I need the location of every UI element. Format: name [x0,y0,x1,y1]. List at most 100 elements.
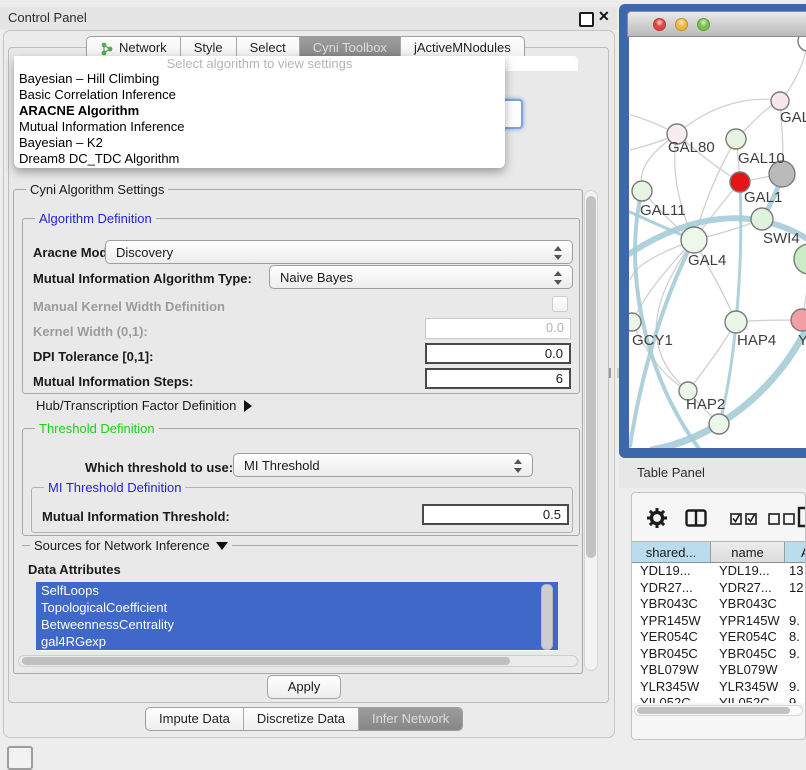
kernel-width-field[interactable]: 0.0 [425,318,571,339]
network-view-window[interactable]: GALGAL80GAL10GAL1GAL11SWI4GAL4GCY1HAP4YH… [619,4,806,458]
network-window-titlebar[interactable] [627,11,806,37]
table-cell: YBL079W [711,662,785,679]
attribute-item-gal4rgexp[interactable]: gal4RGexp [36,633,558,650]
network-node[interactable] [751,208,773,230]
collapsed-arrow-icon[interactable] [244,400,252,412]
algorithm-option-dream8-dc-tdc-algorithm[interactable]: Dream8 DC_TDC Algorithm [14,151,505,167]
table-cell: YBR045C [632,646,711,663]
node-label-hap4: HAP4 [737,332,776,349]
minimized-panel-icon[interactable] [7,746,33,770]
aracne-mode-select[interactable]: Discovery [105,240,573,264]
which-threshold-select[interactable]: MI Threshold [233,453,533,477]
settings-vertical-scrollbar[interactable] [584,190,598,671]
attribute-item-topologicalcoefficient[interactable]: TopologicalCoefficient [36,599,558,616]
node-label-gcy1: GCY1 [632,332,673,349]
table-cell: YPR145W [711,613,785,630]
table-row[interactable]: YBR043CYBR043C [632,596,806,613]
zoom-window-icon[interactable] [697,18,710,31]
settings-horizontal-scrollbar[interactable] [18,655,578,667]
table-cell: YLR345W [632,679,711,696]
float-panel-icon[interactable] [579,12,594,27]
algorithm-option-bayesian-k2[interactable]: Bayesian – K2 [14,135,505,151]
table-cell [785,662,806,679]
table-row[interactable]: YBL079WYBL079W [632,662,806,679]
mi-threshold-definition-title: MI Threshold Definition [44,480,185,495]
network-node[interactable] [794,244,806,274]
hub-definition-section[interactable]: Hub/Transcription Factor Definition [36,398,252,413]
table-row[interactable]: YIL052CYIL052C9 [632,695,806,703]
network-node[interactable] [771,92,789,110]
network-canvas[interactable]: GALGAL80GAL10GAL1GAL11SWI4GAL4GCY1HAP4YH… [629,37,806,448]
mi-algorithm-type-select[interactable]: Naive Bayes [269,265,573,289]
node-label-hap2: HAP2 [686,396,725,413]
algorithm-option-basic-correlation-inference[interactable]: Basic Correlation Inference [14,87,505,103]
threshold-definition-title: Threshold Definition [35,421,159,436]
network-node[interactable] [681,227,707,253]
algorithm-option-bayesian-hill-climbing[interactable]: Bayesian – Hill Climbing [14,71,505,87]
network-node[interactable] [632,181,652,201]
table-row[interactable]: YER054CYER054C8. [632,629,806,646]
tab-impute-data-label: Impute Data [159,708,230,730]
table-row[interactable]: YLR345WYLR345W9. [632,679,806,696]
panel-splitter-handle[interactable] [609,368,619,378]
attribute-item-selfloops[interactable]: SelfLoops [36,582,558,599]
expanded-arrow-icon[interactable] [216,542,228,550]
network-node[interactable] [726,129,746,149]
apply-button[interactable]: Apply [267,675,341,699]
split-columns-icon[interactable] [685,509,707,530]
mi-threshold-field[interactable]: 0.5 [422,504,569,525]
close-window-icon[interactable] [653,18,666,31]
table-row[interactable]: YDR27...YDR27...12 [632,580,806,597]
node-label-gal10: GAL10 [738,150,785,167]
which-threshold-label: Which threshold to use: [85,460,233,475]
algorithm-option-aracne-algorithm[interactable]: ARACNE Algorithm [14,103,505,119]
network-node[interactable] [791,309,806,331]
table-cell: YER054C [711,629,785,646]
table-row[interactable]: YPR145WYPR145W9. [632,613,806,630]
data-attributes-list[interactable]: SelfLoopsTopologicalCoefficientBetweenne… [36,582,558,651]
tab-impute-data[interactable]: Impute Data [146,708,244,730]
algorithm-option-mutual-information-inference[interactable]: Mutual Information Inference [14,119,505,135]
node-label-gal1: GAL1 [744,189,782,206]
show-columns-icon[interactable] [730,512,758,528]
aracne-mode-value: Discovery [116,244,173,261]
stepper-arrows-icon [514,458,523,474]
tab-discretize-data[interactable]: Discretize Data [244,708,359,730]
network-node[interactable] [629,313,641,331]
table-row[interactable]: YDL19...YDL19...13 [632,563,806,580]
minimize-window-icon[interactable] [675,18,688,31]
scrollbar-thumb[interactable] [586,196,596,558]
table-cell: YBL079W [632,662,711,679]
network-node[interactable] [798,37,806,51]
close-panel-icon[interactable]: ✕ [598,8,610,25]
tab-discretize-data-label: Discretize Data [257,708,345,730]
gear-icon[interactable] [646,507,668,532]
manual-kernel-checkbox[interactable] [552,296,568,312]
table-cell: YBR045C [711,646,785,663]
scrollbar-thumb[interactable] [637,707,790,714]
scrollbar-thumb[interactable] [22,657,510,665]
hide-columns-icon[interactable] [768,512,796,528]
tab-infer-network[interactable]: Infer Network [359,708,462,730]
node-label-gal: GAL [780,109,806,126]
table-cell: 8. [785,629,806,646]
new-table-icon[interactable] [797,506,806,531]
mi-threshold-label: Mutual Information Threshold: [42,509,230,524]
network-edge [736,184,741,322]
algorithm-dropdown-popup: Select algorithm to view settings Bayesi… [14,56,505,168]
dpi-tolerance-field[interactable]: 0.0 [425,343,571,364]
table-cell: 9. [785,679,806,696]
attribute-item-betweennesscentrality[interactable]: BetweennessCentrality [36,616,558,633]
column-header-name[interactable]: name [711,541,785,563]
column-header-a[interactable]: A [785,541,806,563]
table-cell [785,596,806,613]
sources-section[interactable]: Sources for Network Inference [30,538,232,553]
mi-threshold-definition-group: MI Threshold Definition Mutual Informati… [31,487,573,533]
network-node[interactable] [725,311,747,333]
table-horizontal-scrollbar[interactable] [634,705,803,716]
mi-steps-field[interactable]: 6 [425,368,571,389]
table-row[interactable]: YBR045CYBR045C9. [632,646,806,663]
network-node[interactable] [709,414,729,434]
list-scrollbar[interactable] [541,584,553,650]
column-header-shared[interactable]: shared... [632,541,711,563]
